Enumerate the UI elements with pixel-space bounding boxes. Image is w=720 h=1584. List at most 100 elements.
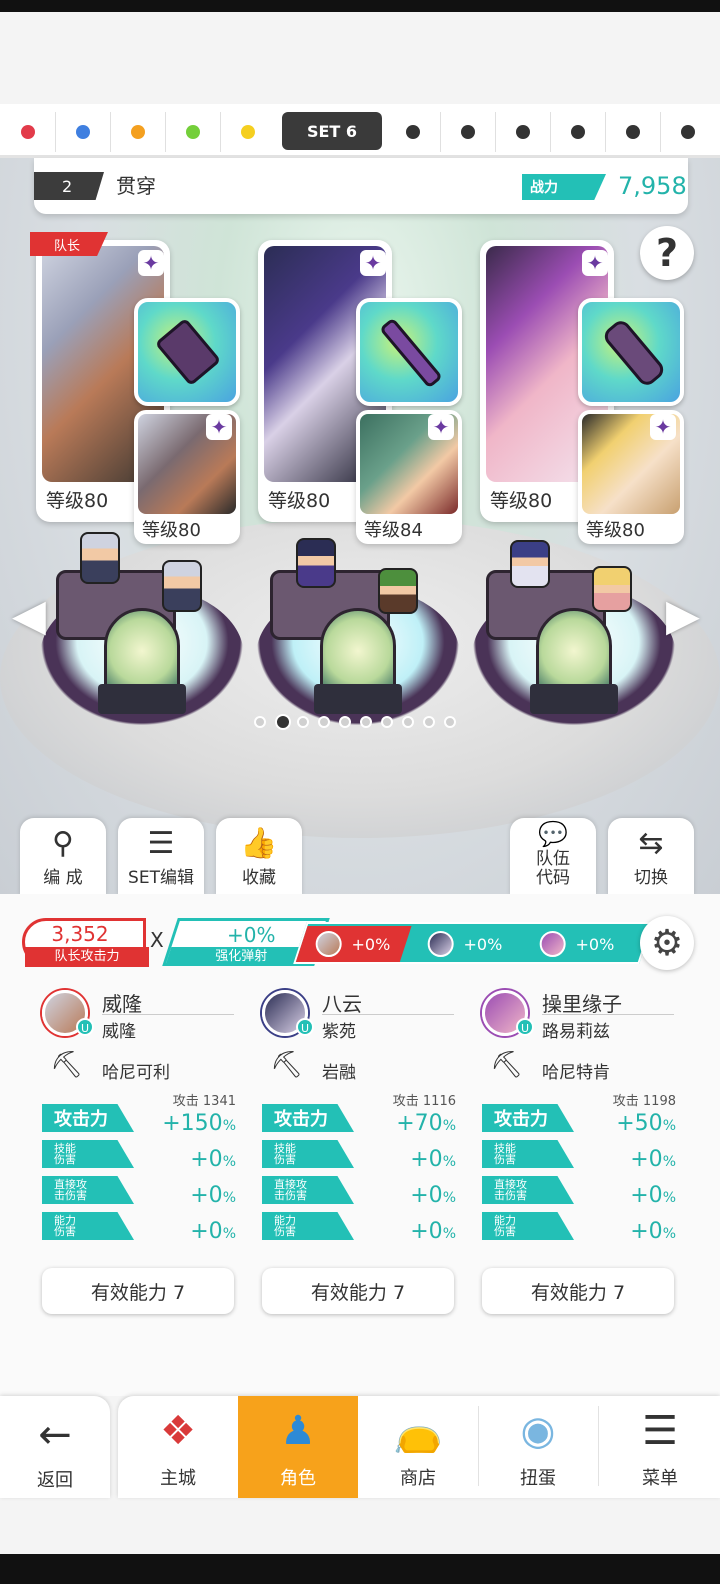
stat-direct: 直接攻 击伤害 +0% — [482, 1176, 676, 1208]
u-badge-icon: U — [296, 1018, 314, 1036]
bottom-nav: ← 返回 ❖ 主城 ♟ 角色 👝 商店 ◉ 扭蛋 ☰ 菜单 — [0, 1396, 720, 1498]
back-button[interactable]: ← 返回 — [0, 1396, 110, 1498]
weapon-icon: ⛏ — [270, 1050, 304, 1080]
team-name[interactable]: 贯穿 — [116, 170, 156, 199]
weapon-slot-1[interactable] — [134, 298, 240, 406]
hero-bonus-3: +0% — [520, 926, 636, 962]
help-button[interactable]: ? — [640, 226, 694, 280]
stat-number: +0 — [410, 1183, 443, 1208]
stat-number: +0 — [190, 1219, 223, 1244]
sub-hero-level: 等级80 — [142, 520, 201, 541]
divider — [550, 112, 551, 152]
tab-character[interactable]: ♟ 角色 — [238, 1396, 358, 1498]
enhance-value: +0% — [227, 923, 276, 947]
star-icon: ✦ — [360, 250, 386, 276]
relic-1-icon — [104, 608, 180, 694]
tab-gacha[interactable]: ◉ 扭蛋 — [478, 1396, 598, 1498]
pager-dot[interactable] — [360, 716, 372, 728]
stat-label: 能力 伤害 — [482, 1212, 574, 1240]
pager-dot[interactable] — [297, 716, 309, 728]
set-edit-label: SET编辑 — [128, 868, 194, 888]
stat-label: 能力 伤害 — [42, 1212, 134, 1240]
leader-attack-label: 队长攻击力 — [25, 947, 149, 967]
tab-castle-label: 主城 — [160, 1468, 196, 1489]
pager-dot[interactable] — [275, 714, 291, 730]
pager-dot[interactable] — [339, 716, 351, 728]
thumbs-up-icon: 👍 — [240, 826, 278, 861]
percent-sign: % — [222, 1226, 236, 1242]
effective-ability-button[interactable]: 有效能力 7 — [42, 1268, 234, 1314]
weapon-slot-3[interactable] — [578, 298, 684, 406]
stat-label: 技能 伤害 — [262, 1140, 354, 1168]
pager-dot[interactable] — [381, 716, 393, 728]
star-icon: ✦ — [428, 414, 454, 440]
mace-icon — [600, 317, 668, 389]
set-10-dot[interactable] — [571, 125, 585, 139]
next-team-arrow-icon[interactable]: ▶ — [666, 590, 700, 641]
set-11-dot[interactable] — [626, 125, 640, 139]
team-banner: 2 贯穿 战力 7,958 — [34, 158, 688, 214]
effective-ability-button[interactable]: 有效能力 7 — [262, 1268, 454, 1314]
favorite-button[interactable]: 👍 收藏 — [216, 818, 302, 896]
switch-button[interactable]: ⇆ 切换 — [608, 818, 694, 896]
stat-value: +150% — [162, 1111, 236, 1136]
pager-dot[interactable] — [402, 716, 414, 728]
sub-hero-level: 等级84 — [364, 520, 423, 541]
set-4-dot[interactable] — [186, 125, 200, 139]
relic-2-base — [314, 684, 402, 714]
enhance-label: 强化弹射 — [215, 949, 268, 964]
hero-stat-column: U 威隆 威隆 ⛏ 哈尼可利 攻击力 攻击 1341 +150% 技能 伤害 +… — [42, 986, 242, 1326]
relic-2-icon — [320, 608, 396, 694]
stat-number: +0 — [630, 1147, 663, 1172]
stat-value: +0% — [410, 1219, 456, 1244]
stat-value: +0% — [410, 1183, 456, 1208]
stat-number: +0 — [630, 1183, 663, 1208]
stat-number: +0 — [410, 1147, 443, 1172]
set-edit-button[interactable]: ☰ SET编辑 — [118, 818, 204, 896]
stat-label: 攻击力 — [482, 1104, 574, 1132]
stat-attack: 攻击力 攻击 1341 +150% — [42, 1094, 236, 1136]
chibi-sprite — [378, 568, 418, 614]
divider — [102, 1014, 234, 1015]
stat-ability: 能力 伤害 +0% — [262, 1212, 456, 1244]
tab-menu[interactable]: ☰ 菜单 — [600, 1396, 720, 1498]
set-3-dot[interactable] — [131, 125, 145, 139]
chibi-sprite — [80, 532, 120, 584]
team-code-label: 队伍 代码 — [536, 849, 570, 888]
weapon-slot-2[interactable] — [356, 298, 462, 406]
team-code-button[interactable]: 💬 队伍 代码 — [510, 818, 596, 896]
attack-base: 攻击 1116 — [392, 1094, 456, 1109]
effective-ability-button[interactable]: 有效能力 7 — [482, 1268, 674, 1314]
divider — [495, 112, 496, 152]
menu-list-icon: ☰ — [642, 1408, 678, 1454]
set-1-dot[interactable] — [21, 125, 35, 139]
set-6-button[interactable]: SET 6 — [282, 112, 382, 150]
percent-sign: % — [442, 1190, 456, 1206]
settings-button[interactable]: ⚙ — [640, 916, 694, 970]
set-8-dot[interactable] — [461, 125, 475, 139]
set-5-dot[interactable] — [241, 125, 255, 139]
multiply-sign: X — [150, 928, 164, 952]
set-7-dot[interactable] — [406, 125, 420, 139]
star-icon: ✦ — [138, 250, 164, 276]
stat-label: 直接攻 击伤害 — [262, 1176, 354, 1204]
set-12-dot[interactable] — [681, 125, 695, 139]
hero-level: 等级80 — [490, 490, 553, 512]
stat-label: 技能 伤害 — [42, 1140, 134, 1168]
pager-dot[interactable] — [444, 716, 456, 728]
tab-castle[interactable]: ❖ 主城 — [118, 1396, 238, 1498]
prev-team-arrow-icon[interactable]: ◀ — [12, 590, 46, 641]
pager-dot[interactable] — [254, 716, 266, 728]
stat-number: +50 — [616, 1111, 663, 1136]
favorite-label: 收藏 — [242, 868, 276, 888]
formation-button[interactable]: ⚲ 编 成 — [20, 818, 106, 896]
set-9-dot[interactable] — [516, 125, 530, 139]
pager-dot[interactable] — [318, 716, 330, 728]
pager-dot[interactable] — [423, 716, 435, 728]
stat-label: 能力 伤害 — [262, 1212, 354, 1240]
stat-skill: 技能 伤害 +0% — [262, 1140, 456, 1172]
hero-bonus-value: +0% — [575, 934, 615, 954]
set-2-dot[interactable] — [76, 125, 90, 139]
stat-number: +0 — [410, 1219, 443, 1244]
tab-shop[interactable]: 👝 商店 — [358, 1396, 478, 1498]
